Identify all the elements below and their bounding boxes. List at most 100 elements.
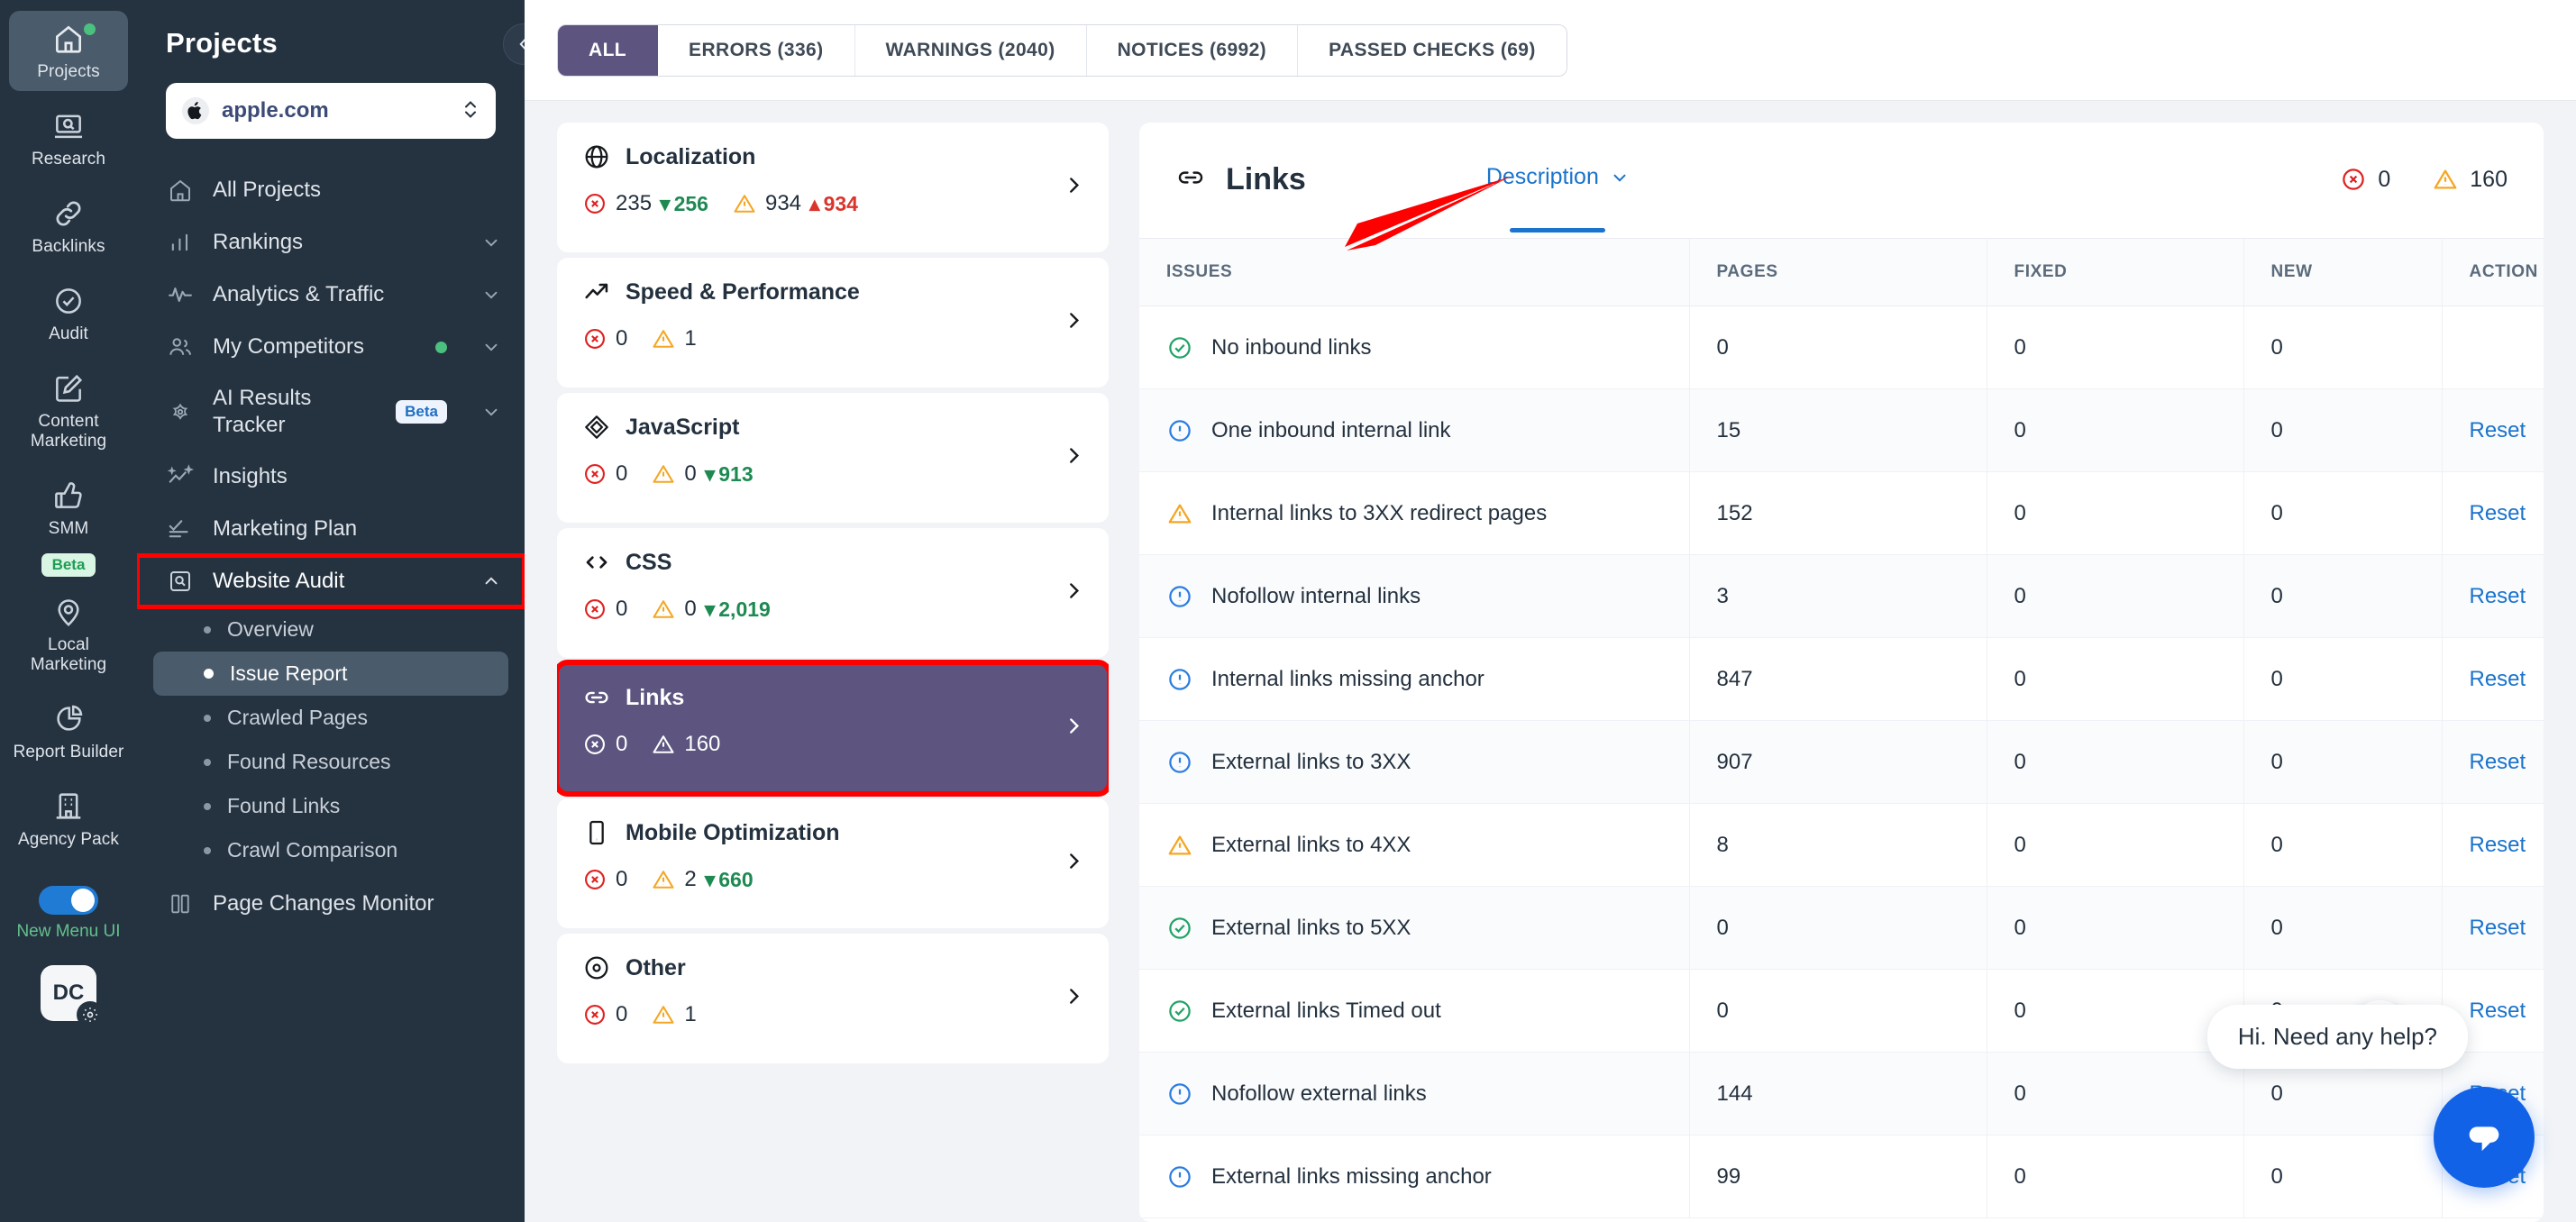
chevron-right-icon[interactable] xyxy=(1062,850,1085,878)
table-row[interactable]: External links to 3XX 907 0 0 Reset xyxy=(1139,721,2544,804)
column-header-fixed[interactable]: FIXED xyxy=(1987,239,2243,306)
chevron-down-icon[interactable] xyxy=(481,337,501,357)
avatar[interactable]: DC xyxy=(41,965,96,1021)
chevron-right-icon[interactable] xyxy=(1062,174,1085,202)
table-row[interactable]: External links to 5XX 0 0 0 Reset xyxy=(1139,887,2544,970)
detail-header: Links Description 0 xyxy=(1139,123,2544,238)
warnings-summary: 160 xyxy=(2432,166,2507,193)
reset-button[interactable]: Reset xyxy=(2470,501,2526,525)
reset-button[interactable]: Reset xyxy=(2470,833,2526,857)
sidebar-item-rankings[interactable]: Rankings xyxy=(137,216,525,269)
reset-button[interactable]: Reset xyxy=(2470,667,2526,691)
table-row[interactable]: Nofollow internal links 3 0 0 Reset xyxy=(1139,555,2544,638)
sidebar-subitem-found-resources[interactable]: Found Resources xyxy=(153,740,508,784)
tab-notices[interactable]: NOTICES (6992) xyxy=(1087,25,1298,76)
tab-all[interactable]: ALL xyxy=(558,25,658,76)
sidebar-title: Projects xyxy=(137,0,525,59)
error-stat: 0 xyxy=(582,1002,627,1027)
content-marketing-icon xyxy=(51,371,86,406)
rail-item-audit[interactable]: Audit xyxy=(9,273,128,353)
sidebar-nav: All Projects Rankings Analytics & Traffi… xyxy=(137,164,525,930)
rail-item-backlinks[interactable]: Backlinks xyxy=(9,186,128,266)
app-root: Projects Research Backlinks Audit Conten… xyxy=(0,0,2576,1222)
table-row[interactable]: Internal links missing anchor 847 0 0 Re… xyxy=(1139,638,2544,721)
category-name: Localization xyxy=(626,144,755,170)
sidebar-subitem-crawled-pages[interactable]: Crawled Pages xyxy=(153,696,508,740)
gear-icon[interactable] xyxy=(77,1001,104,1028)
chat-launcher-button[interactable] xyxy=(2434,1087,2535,1188)
sidebar-subitem-label: Issue Report xyxy=(230,661,347,686)
chevron-down-icon[interactable] xyxy=(481,285,501,305)
sidebar-subitem-overview[interactable]: Overview xyxy=(153,607,508,652)
reset-button[interactable]: Reset xyxy=(2470,584,2526,608)
category-header: Speed & Performance xyxy=(582,278,1083,306)
rail-item-smm[interactable]: SMM xyxy=(9,468,128,548)
error-count: 0 xyxy=(616,461,627,487)
reset-button[interactable]: Reset xyxy=(2470,999,2526,1023)
category-card-speed-performance[interactable]: Speed & Performance 0 1 xyxy=(557,258,1109,388)
category-card-mobile-optimization[interactable]: Mobile Optimization 0 2 ▾660 xyxy=(557,798,1109,928)
tab-passed-checks[interactable]: PASSED CHECKS (69) xyxy=(1298,25,1567,76)
cell-action xyxy=(2442,306,2544,389)
table-row[interactable]: External links missing anchor 99 0 0 Res… xyxy=(1139,1135,2544,1218)
bullet-icon xyxy=(204,715,211,722)
chevron-right-icon[interactable] xyxy=(1062,579,1085,607)
new-menu-ui-toggle[interactable]: New Menu UI xyxy=(16,886,120,942)
tab-errors[interactable]: ERRORS (336) xyxy=(658,25,855,76)
sidebar-item-analytics-traffic[interactable]: Analytics & Traffic xyxy=(137,269,525,321)
cell-issue: No inbound links xyxy=(1139,306,1689,389)
toggle-switch[interactable] xyxy=(39,886,98,915)
tab-warnings[interactable]: WARNINGS (2040) xyxy=(855,25,1087,76)
error-stat: 0 xyxy=(582,597,627,622)
chevron-down-icon[interactable] xyxy=(481,402,501,422)
sidebar-subitem-crawl-comparison[interactable]: Crawl Comparison xyxy=(153,828,508,872)
sidebar-item-marketing-plan[interactable]: Marketing Plan xyxy=(137,503,525,555)
reset-button[interactable]: Reset xyxy=(2470,916,2526,940)
chevron-right-icon[interactable] xyxy=(1062,985,1085,1013)
javascript-icon xyxy=(582,413,611,442)
sidebar-item-my-competitors[interactable]: My Competitors xyxy=(137,321,525,373)
category-card-links[interactable]: Links 0 160 xyxy=(557,663,1109,793)
rail-item-agency-pack[interactable]: Agency Pack xyxy=(9,779,128,859)
rail-item-local-marketing[interactable]: Local Marketing xyxy=(9,584,128,684)
sidebar-item-ai-results-tracker[interactable]: AI Results Tracker Beta xyxy=(137,373,525,451)
reset-button[interactable]: Reset xyxy=(2470,750,2526,774)
project-selector[interactable]: apple.com xyxy=(166,83,496,139)
tab-description[interactable]: Description xyxy=(1486,150,1630,233)
table-row[interactable]: Internal links to 3XX redirect pages 152… xyxy=(1139,472,2544,555)
chat-bubble-icon xyxy=(2459,1112,2509,1163)
chevron-right-icon[interactable] xyxy=(1062,715,1085,743)
category-stats: 0 0 ▾913 xyxy=(582,461,1083,487)
rail-item-projects[interactable]: Projects xyxy=(9,11,128,91)
rail-item-content-marketing[interactable]: Content Marketing xyxy=(9,360,128,461)
cell-action: Reset xyxy=(2442,721,2544,804)
chat-greeting-bubble[interactable]: Hi. Need any help? xyxy=(2207,1005,2468,1069)
sidebar-item-insights[interactable]: Insights xyxy=(137,451,525,503)
sidebar-item-all-projects[interactable]: All Projects xyxy=(137,164,525,216)
column-header-issues[interactable]: ISSUES xyxy=(1139,239,1689,306)
cell-pages: 0 xyxy=(1689,887,1987,970)
reset-button[interactable]: Reset xyxy=(2470,418,2526,442)
rail-item-report-builder[interactable]: Report Builder xyxy=(9,691,128,771)
table-row[interactable]: No inbound links 0 0 0 xyxy=(1139,306,2544,389)
chevron-right-icon[interactable] xyxy=(1062,444,1085,472)
category-card-javascript[interactable]: JavaScript 0 0 ▾913 xyxy=(557,393,1109,523)
rail-item-research[interactable]: Research xyxy=(9,98,128,178)
category-header: Other xyxy=(582,953,1083,982)
category-card-other[interactable]: Other 0 1 xyxy=(557,934,1109,1063)
table-row[interactable]: One inbound internal link 15 0 0 Reset xyxy=(1139,389,2544,472)
chevron-right-icon[interactable] xyxy=(1062,309,1085,337)
sidebar-subitem-issue-report[interactable]: Issue Report xyxy=(153,652,508,696)
cell-new: 0 xyxy=(2243,638,2442,721)
chevron-up-icon[interactable] xyxy=(481,571,501,591)
category-card-localization[interactable]: Localization 235 ▾256 934 ▴934 xyxy=(557,123,1109,252)
chevron-down-icon[interactable] xyxy=(481,233,501,252)
column-header-pages[interactable]: PAGES xyxy=(1689,239,1987,306)
category-card-css[interactable]: CSS 0 0 ▾2,019 xyxy=(557,528,1109,658)
category-name: CSS xyxy=(626,550,671,576)
sidebar-subitem-found-links[interactable]: Found Links xyxy=(153,784,508,828)
sidebar-item-website-audit[interactable]: Website Audit xyxy=(137,555,525,607)
column-header-new[interactable]: NEW xyxy=(2243,239,2442,306)
sidebar-item-page-changes-monitor[interactable]: Page Changes Monitor xyxy=(137,878,525,930)
table-row[interactable]: External links to 4XX 8 0 0 Reset xyxy=(1139,804,2544,887)
